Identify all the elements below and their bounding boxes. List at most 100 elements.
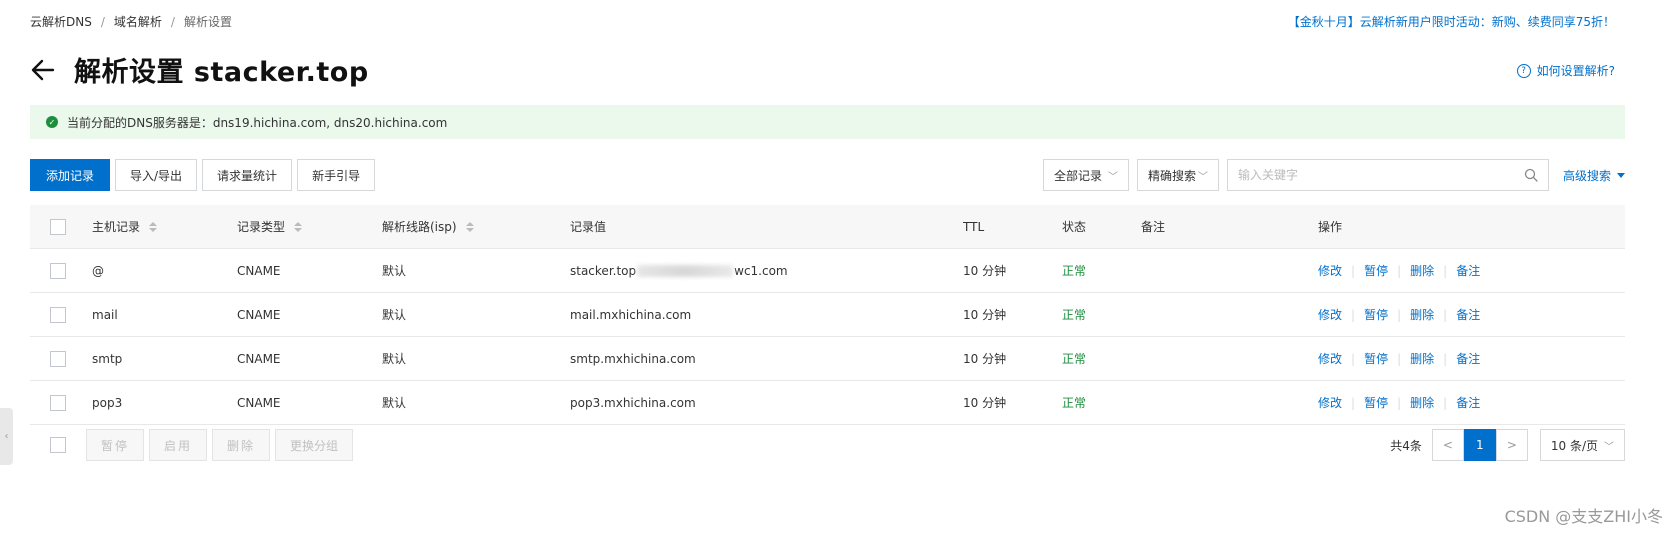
column-type-label: 记录类型 bbox=[237, 220, 286, 234]
help-link[interactable]: ? 如何设置解析? bbox=[1516, 62, 1615, 79]
row-actions: 修改 | 暂停 | 删除 | 备注 bbox=[1318, 381, 1480, 424]
advanced-search-link[interactable]: 高级搜索 bbox=[1563, 167, 1625, 184]
breadcrumb-domain[interactable]: 域名解析 bbox=[114, 13, 162, 30]
status-badge: 正常 bbox=[1062, 308, 1087, 322]
ttl-value: 10 分钟 bbox=[963, 396, 1007, 410]
search-icon[interactable] bbox=[1524, 168, 1538, 182]
add-record-button[interactable]: 添加记录 bbox=[30, 159, 110, 191]
column-ops: 操作 bbox=[1318, 220, 1343, 234]
batch-enable-button[interactable]: 启用 bbox=[149, 429, 208, 461]
divider: | bbox=[1443, 351, 1448, 366]
sort-icon[interactable] bbox=[294, 221, 303, 232]
batch-change-group-button[interactable]: 更换分组 bbox=[275, 429, 354, 461]
breadcrumb-dns[interactable]: 云解析DNS bbox=[30, 13, 92, 30]
chevron-down-icon: ﹀ bbox=[1107, 171, 1118, 183]
prev-page-button[interactable]: < bbox=[1431, 429, 1464, 461]
resolution-line: 默认 bbox=[382, 308, 407, 322]
column-remark: 备注 bbox=[1141, 220, 1166, 234]
search-mode-select[interactable]: 精确搜索 ﹀ bbox=[1136, 159, 1219, 191]
page-1-button[interactable]: 1 bbox=[1463, 429, 1496, 461]
host-record: smtp bbox=[92, 351, 123, 366]
pagination: 共4条 < 1 > 10 条/页 ﹀ bbox=[1390, 429, 1625, 461]
check-circle-icon: ✓ bbox=[46, 116, 58, 128]
column-host-label: 主机记录 bbox=[92, 220, 141, 234]
table-row: mail CNAME 默认 mail.mxhichina.com 10 分钟 正常 修改 | 暂… bbox=[30, 293, 1625, 337]
beginner-guide-button[interactable]: 新手引导 bbox=[297, 159, 376, 191]
host-record: @ bbox=[92, 263, 104, 278]
record-filter-select[interactable]: 全部记录 ﹀ bbox=[1042, 159, 1129, 191]
column-host[interactable]: 主机记录 bbox=[92, 205, 158, 248]
select-all-checkbox[interactable] bbox=[50, 218, 66, 235]
next-page-button[interactable]: > bbox=[1495, 429, 1528, 461]
column-line-label: 解析线路(isp) bbox=[382, 220, 457, 234]
batch-delete-button[interactable]: 删除 bbox=[212, 429, 271, 461]
remark-link[interactable]: 备注 bbox=[1456, 306, 1480, 323]
row-checkbox[interactable] bbox=[50, 262, 66, 279]
row-checkbox-cell bbox=[50, 249, 66, 292]
sidebar-collapse-handle[interactable]: ‹ bbox=[0, 408, 13, 465]
breadcrumb-separator: / bbox=[100, 14, 105, 29]
arrow-left-icon[interactable] bbox=[30, 57, 56, 83]
column-line[interactable]: 解析线路(isp) bbox=[382, 205, 474, 248]
promo-link[interactable]: 【金秋十月】云解析新用户限时活动：新购、续费同享75折！ bbox=[1288, 13, 1615, 30]
filters: 全部记录 ﹀ 精确搜索 ﹀ 高级搜索 bbox=[1042, 159, 1625, 191]
pause-link[interactable]: 暂停 bbox=[1364, 262, 1388, 279]
row-checkbox[interactable] bbox=[50, 394, 66, 411]
remark-link[interactable]: 备注 bbox=[1456, 350, 1480, 367]
delete-link[interactable]: 删除 bbox=[1410, 306, 1434, 323]
delete-link[interactable]: 删除 bbox=[1410, 262, 1434, 279]
divider: | bbox=[1351, 351, 1356, 366]
resolution-line: 默认 bbox=[382, 396, 407, 410]
delete-link[interactable]: 删除 bbox=[1410, 350, 1434, 367]
batch-pause-button[interactable]: 暂停 bbox=[86, 429, 145, 461]
search-mode-value: 精确搜索 bbox=[1147, 168, 1196, 183]
divider: | bbox=[1351, 307, 1356, 322]
search-input[interactable] bbox=[1237, 168, 1508, 182]
title-row: 解析设置 stacker.top bbox=[30, 50, 369, 89]
caret-down-icon bbox=[1617, 172, 1625, 178]
help-circle-icon: ? bbox=[1516, 63, 1531, 78]
page-size-select[interactable]: 10 条/页 ﹀ bbox=[1539, 429, 1625, 461]
remark-link[interactable]: 备注 bbox=[1456, 394, 1480, 411]
edit-link[interactable]: 修改 bbox=[1318, 350, 1342, 367]
pause-link[interactable]: 暂停 bbox=[1364, 350, 1388, 367]
page-title: 解析设置 stacker.top bbox=[74, 57, 369, 88]
redacted-blur bbox=[637, 264, 734, 277]
table-footer: 暂停 启用 删除 更换分组 共4条 < 1 > 10 条/页 ﹀ bbox=[30, 429, 1625, 469]
row-actions: 修改 | 暂停 | 删除 | 备注 bbox=[1318, 249, 1480, 292]
row-checkbox-cell bbox=[50, 337, 66, 380]
column-type[interactable]: 记录类型 bbox=[237, 205, 303, 248]
status-badge: 正常 bbox=[1062, 352, 1087, 366]
pause-link[interactable]: 暂停 bbox=[1364, 394, 1388, 411]
sort-icon[interactable] bbox=[465, 221, 474, 232]
delete-link[interactable]: 删除 bbox=[1410, 394, 1434, 411]
import-export-button[interactable]: 导入/导出 bbox=[115, 159, 198, 191]
sort-icon[interactable] bbox=[149, 221, 158, 232]
resolution-line: 默认 bbox=[382, 264, 407, 278]
remark-link[interactable]: 备注 bbox=[1456, 262, 1480, 279]
footer-select-all-checkbox[interactable] bbox=[50, 437, 66, 453]
record-type: CNAME bbox=[237, 351, 281, 366]
edit-link[interactable]: 修改 bbox=[1318, 306, 1342, 323]
pause-link[interactable]: 暂停 bbox=[1364, 306, 1388, 323]
host-record: mail bbox=[92, 307, 118, 322]
divider: | bbox=[1351, 395, 1356, 410]
breadcrumb-separator: / bbox=[170, 14, 175, 29]
footer-checkbox-cell bbox=[50, 429, 66, 461]
divider: | bbox=[1397, 351, 1402, 366]
column-status: 状态 bbox=[1062, 220, 1087, 234]
breadcrumb-current: 解析设置 bbox=[183, 15, 232, 29]
divider: | bbox=[1397, 395, 1402, 410]
record-type: CNAME bbox=[237, 395, 281, 410]
row-checkbox[interactable] bbox=[50, 306, 66, 323]
search-box bbox=[1226, 159, 1549, 191]
request-stats-button[interactable]: 请求量统计 bbox=[202, 159, 293, 191]
edit-link[interactable]: 修改 bbox=[1318, 262, 1342, 279]
dns-server-notice: ✓ 当前分配的DNS服务器是：dns19.hichina.com, dns20.… bbox=[30, 105, 1625, 139]
table-body: @ CNAME 默认 stacker.top wc1.com 10 分钟 正常 修改 | 暂停 | 删… bbox=[30, 249, 1625, 425]
total-count: 共4条 bbox=[1390, 438, 1422, 453]
edit-link[interactable]: 修改 bbox=[1318, 394, 1342, 411]
record-value-suffix: wc1.com bbox=[734, 263, 788, 278]
header-checkbox-cell bbox=[50, 205, 66, 248]
row-checkbox[interactable] bbox=[50, 350, 66, 367]
